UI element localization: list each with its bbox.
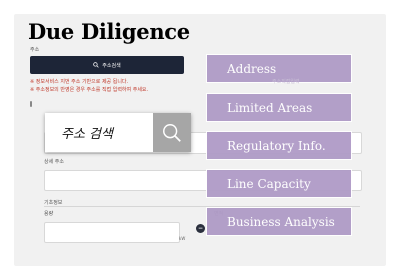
search-zoom-callout[interactable]: 주소 검색 [45,113,191,152]
panel-business-analysis[interactable]: Business Analysis [206,207,352,236]
capacity-field[interactable] [44,222,180,243]
address-label: 주소 [30,47,40,53]
unit-label: kW [179,236,186,241]
notice-2: ※ 주소정보의 반영은 경우 주소를 직접 입력하여 주세요. [30,87,149,93]
detail-address-label: 상세 주소 [44,159,64,165]
separator-button[interactable]: − [196,224,205,233]
page-title: Due Diligence [28,19,190,44]
field-marker [30,101,32,107]
capacity-label: 용량 [44,211,54,217]
address-search-button[interactable]: 주소검색 [30,56,184,74]
notice-1: ※ 정보서비스 지번 주소 기반으로 제공 됩니다. [30,79,129,85]
zoom-label: 주소 검색 [61,127,113,142]
panel-regulatory-info[interactable]: Regulatory Info. [206,131,352,160]
panel-line-capacity[interactable]: Line Capacity [206,169,352,198]
search-icon [93,62,99,68]
panel-limited-areas[interactable]: Limited Areas [206,93,352,122]
address-search-button-label: 주소검색 [102,62,121,69]
ghost-text: 주소직접입력 [272,79,300,85]
search-icon [153,113,191,152]
